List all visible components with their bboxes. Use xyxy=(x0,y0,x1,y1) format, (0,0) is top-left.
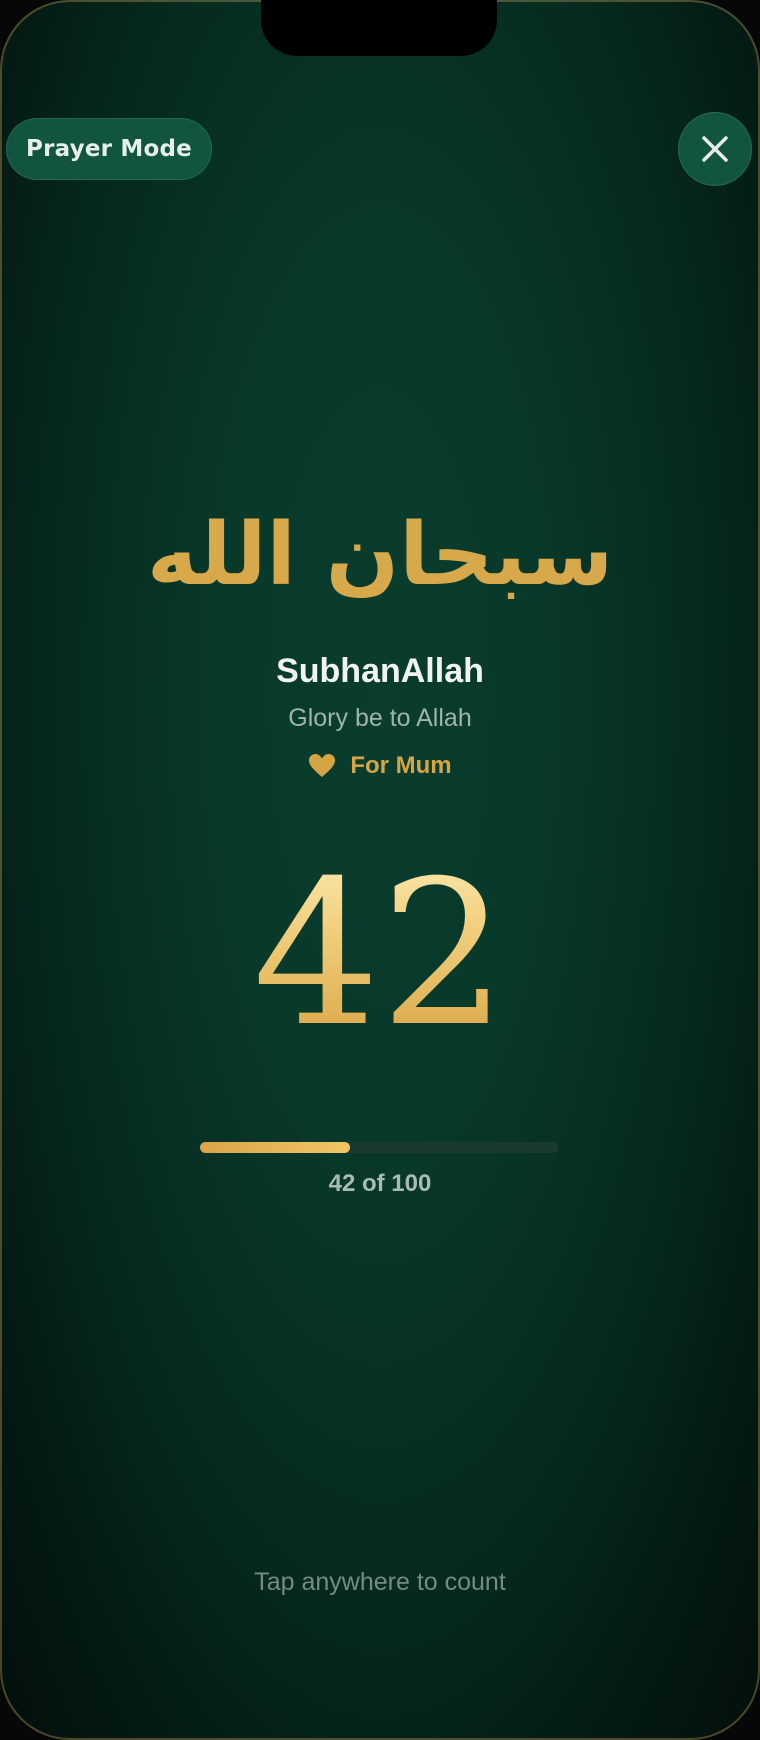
dhikr-meaning: Glory be to Allah xyxy=(288,704,472,732)
dedication: For Mum xyxy=(0,752,760,780)
prayer-mode-label: Prayer Mode xyxy=(26,136,192,162)
count-display: 42 xyxy=(0,855,760,1055)
camera-notch xyxy=(261,0,497,56)
prayer-screen[interactable]: Prayer Mode سبحان الله SubhanAllah Glory… xyxy=(0,0,760,1740)
close-icon xyxy=(702,136,728,162)
close-button[interactable] xyxy=(678,112,752,186)
progress-bar xyxy=(200,1142,558,1153)
prayer-mode-pill[interactable]: Prayer Mode xyxy=(6,118,212,180)
heart-icon xyxy=(309,754,336,777)
progress-bar-fill xyxy=(200,1142,351,1153)
dhikr-arabic-text: سبحان الله xyxy=(146,505,614,605)
dedication-label: For Mum xyxy=(350,752,452,779)
dhikr-transliteration: SubhanAllah xyxy=(276,652,484,690)
progress-text: 42 of 100 xyxy=(328,1170,432,1197)
tap-hint: Tap anywhere to count xyxy=(254,1568,506,1596)
